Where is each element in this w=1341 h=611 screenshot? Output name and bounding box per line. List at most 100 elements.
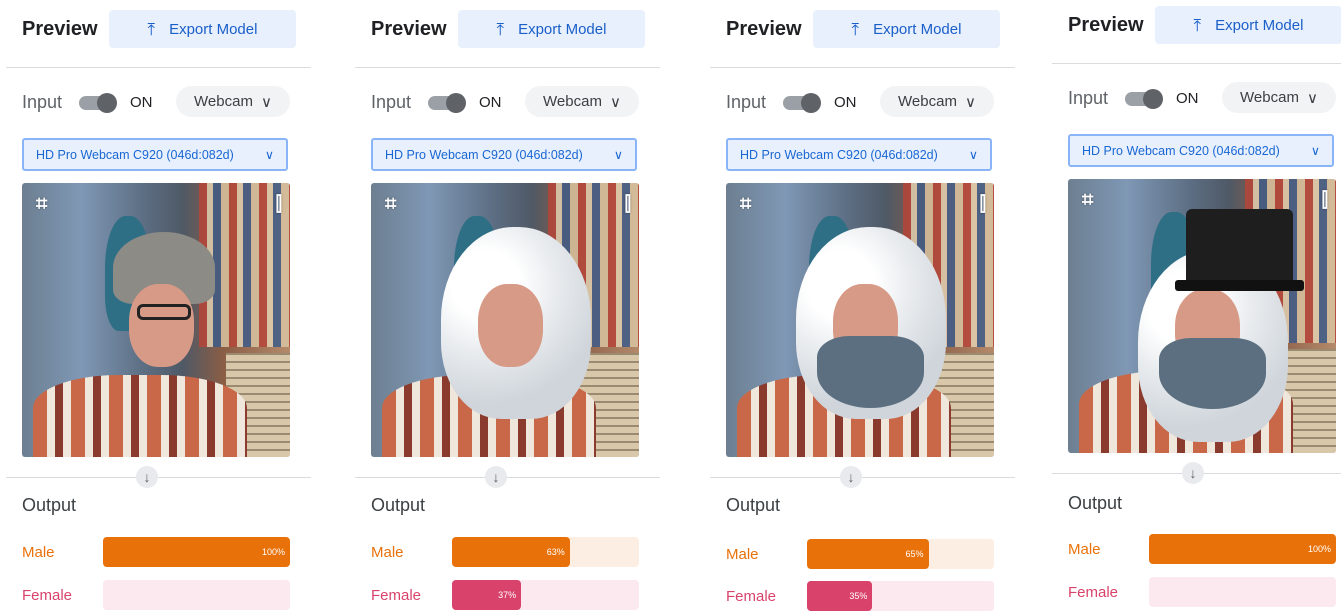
arrow-down-icon: ↓ [136,466,158,488]
divider [355,67,660,68]
crop-icon[interactable]: ⌗ [385,193,396,216]
confidence-bar: 65% [807,539,994,569]
input-toggle[interactable] [428,93,466,113]
export-model-button[interactable]: ⤒ Export Model [813,10,1000,48]
confidence-bar: 63% [452,537,639,567]
class-label: Male [726,546,759,563]
chevron-down-icon: ∨ [260,93,272,111]
confidence-percent: 63% [546,547,565,557]
preview-panel-3: Preview ⤒ Export Model Input ON Webcam ∨… [710,0,1015,611]
panel-title: Preview [22,18,98,40]
toggle-knob [446,93,466,113]
flip-icon[interactable]: ⫿ [276,193,282,216]
confidence-bar [1149,577,1336,607]
input-row: Input ON Webcam ∨ [22,86,307,118]
chevron-down-icon: ∨ [968,148,978,162]
export-model-label: Export Model [873,20,962,38]
flip-icon[interactable]: ⫿ [625,193,631,216]
export-model-label: Export Model [1215,16,1304,34]
source-select-value: Webcam [194,93,253,110]
arrow-down-icon: ↓ [485,466,507,488]
panel-title: Preview [371,18,447,40]
crop-icon[interactable]: ⌗ [1082,189,1093,212]
class-label: Female [1068,584,1119,601]
class-label: Male [22,544,55,561]
confidence-percent: 37% [498,590,517,600]
device-select[interactable]: HD Pro Webcam C920 (046d:082d) ∨ [1068,134,1334,167]
panel-header: Preview ⤒ Export Model [1068,6,1341,44]
export-model-button[interactable]: ⤒ Export Model [109,10,296,48]
export-model-button[interactable]: ⤒ Export Model [458,10,645,48]
confidence-fill: 100% [1149,534,1336,564]
preview-panel-2: Preview ⤒ Export Model Input ON Webcam ∨… [355,0,660,610]
divider [1052,63,1341,64]
device-select-value: HD Pro Webcam C920 (046d:082d) [36,147,234,162]
confidence-fill: 35% [807,581,873,611]
input-toggle[interactable] [1125,89,1163,109]
toggle-state-label: ON [130,94,153,111]
output-title: Output [726,495,781,515]
webcam-preview: ⌗ ⫿ [22,183,290,457]
webcam-preview: ⌗ ⫿ [1068,179,1336,453]
confidence-bar: 100% [103,537,290,567]
input-toggle[interactable] [79,93,117,113]
flip-icon[interactable]: ⫿ [980,193,986,216]
panel-header: Preview ⤒ Export Model [371,10,656,48]
toggle-knob [97,93,117,113]
class-row-male: Male 65% [726,539,996,569]
panel-header: Preview ⤒ Export Model [22,10,307,48]
export-model-button[interactable]: ⤒ Export Model [1155,6,1341,44]
source-select[interactable]: Webcam ∨ [525,86,639,117]
class-label: Male [1068,541,1101,558]
confidence-fill: 100% [103,537,290,567]
source-select-value: Webcam [1240,89,1299,106]
source-select-value: Webcam [898,93,957,110]
class-label: Female [22,587,73,604]
confidence-percent: 65% [905,549,924,559]
device-select-value: HD Pro Webcam C920 (046d:082d) [740,147,938,162]
class-row-male: Male 63% [371,537,641,567]
input-row: Input ON Webcam ∨ [726,86,1011,118]
input-label: Input [726,92,767,112]
input-label: Input [22,92,63,112]
panel-title: Preview [1068,14,1144,36]
confidence-fill: 65% [807,539,929,569]
toggle-state-label: ON [834,94,857,111]
upload-icon: ⤒ [496,19,505,39]
flip-icon[interactable]: ⫿ [1322,189,1328,212]
panel-title: Preview [726,18,802,40]
output-title: Output [1068,493,1123,513]
input-label: Input [1068,88,1109,108]
source-select[interactable]: Webcam ∨ [176,86,290,117]
class-label: Female [726,588,777,605]
output-title: Output [371,495,426,515]
class-row-male: Male 100% [1068,534,1338,564]
device-select[interactable]: HD Pro Webcam C920 (046d:082d) ∨ [726,138,992,171]
arrow-down-icon: ↓ [1182,462,1204,484]
toggle-knob [1143,89,1163,109]
upload-icon: ⤒ [1193,15,1202,35]
chevron-down-icon: ∨ [613,148,623,162]
toggle-state-label: ON [479,94,502,111]
source-select[interactable]: Webcam ∨ [1222,82,1336,113]
device-select[interactable]: HD Pro Webcam C920 (046d:082d) ∨ [22,138,288,171]
webcam-preview: ⌗ ⫿ [726,183,994,457]
source-select[interactable]: Webcam ∨ [880,86,994,117]
webcam-preview: ⌗ ⫿ [371,183,639,457]
class-row-male: Male 100% [22,537,292,567]
chevron-down-icon: ∨ [264,148,274,162]
class-row-female: Female 35% [726,581,996,611]
source-select-value: Webcam [543,93,602,110]
confidence-percent: 35% [849,591,868,601]
preview-panel-1: Preview ⤒ Export Model Input ON Webcam ∨… [6,0,311,610]
toggle-state-label: ON [1176,90,1199,107]
chevron-down-icon: ∨ [964,93,976,111]
device-select[interactable]: HD Pro Webcam C920 (046d:082d) ∨ [371,138,637,171]
crop-icon[interactable]: ⌗ [740,193,751,216]
input-toggle[interactable] [783,93,821,113]
confidence-percent: 100% [1307,544,1331,554]
chevron-down-icon: ∨ [609,93,621,111]
class-label: Male [371,544,404,561]
chevron-down-icon: ∨ [1310,144,1320,158]
crop-icon[interactable]: ⌗ [36,193,47,216]
